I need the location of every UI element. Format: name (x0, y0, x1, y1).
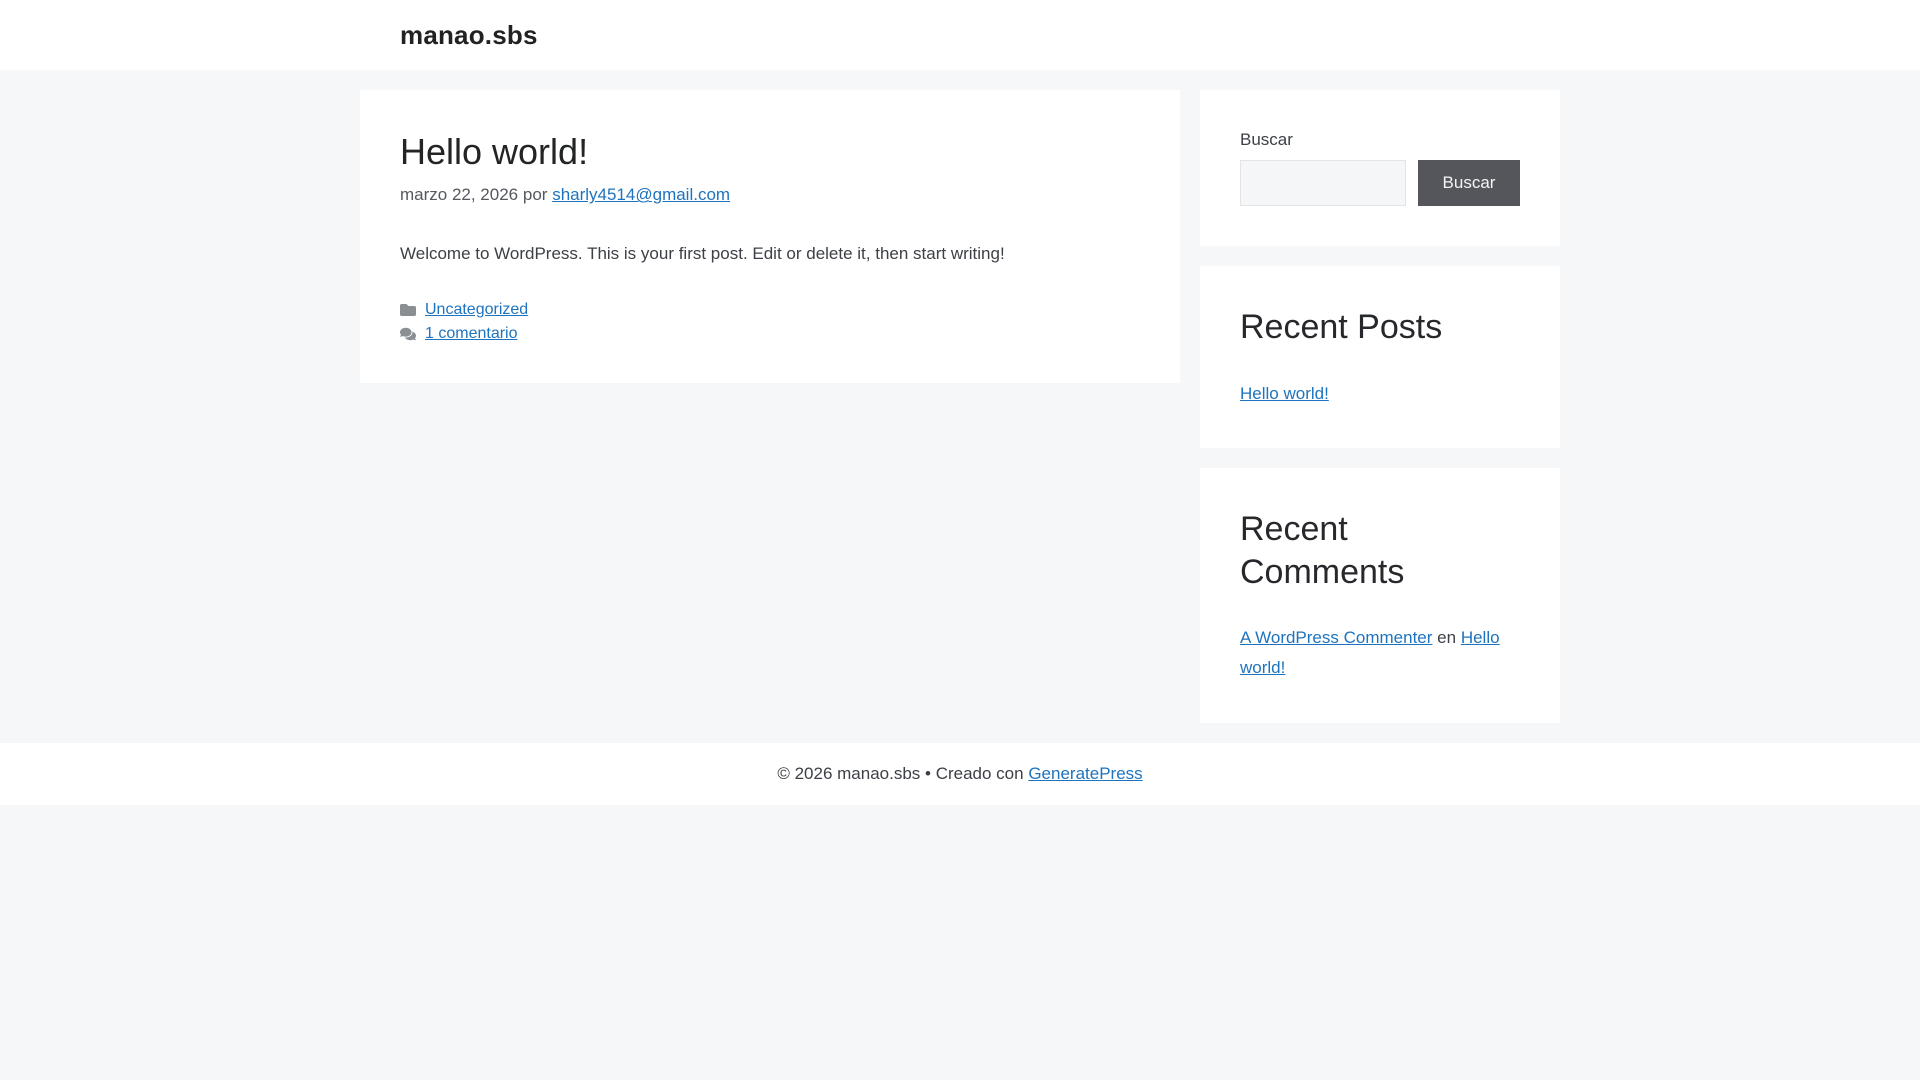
post-content: Welcome to WordPress. This is your first… (400, 244, 1005, 264)
comments-icon (400, 326, 416, 342)
post-meta: marzo 22, 2026 por sharly4514@gmail.com (400, 185, 1140, 205)
post-card: Hello world! marzo 22, 2026 por sharly45… (360, 90, 1180, 383)
footer-copyright: © 2026 manao.sbs (777, 763, 921, 783)
recent-posts-title: Recent Posts (1240, 308, 1443, 346)
recent-post-link[interactable]: Hello world! (1240, 384, 1329, 403)
search-button[interactable]: Buscar (1418, 160, 1520, 206)
comments-row: 1 comentario (400, 325, 1140, 343)
post-title[interactable]: Hello world! (400, 130, 1140, 173)
main-content: Hello world! marzo 22, 2026 por sharly45… (360, 90, 1180, 383)
category-link[interactable]: Uncategorized (425, 301, 528, 319)
search-row: Buscar (1240, 160, 1520, 206)
recent-comments-title: Recent Comments (1240, 510, 1405, 591)
comment-on-text: en (1437, 628, 1457, 648)
comments-link[interactable]: 1 comentario (425, 325, 518, 343)
list-item: Hello world! (1240, 379, 1520, 409)
recent-posts-list: Hello world! (1240, 379, 1520, 409)
site-title-link[interactable]: manao.sbs (400, 20, 538, 51)
comment-author-link[interactable]: A WordPress Commenter (1240, 628, 1432, 647)
sidebar: Buscar Buscar Recent Posts Hello world! … (1200, 90, 1560, 723)
folder-icon (400, 302, 416, 318)
header-container: manao.sbs (360, 0, 1560, 70)
category-row: Uncategorized (400, 301, 1140, 319)
recent-posts-widget: Recent Posts Hello world! (1200, 266, 1560, 449)
search-label: Buscar (1240, 130, 1293, 149)
site-footer: © 2026 manao.sbs • Creado con GeneratePr… (0, 742, 1920, 805)
generatepress-link[interactable]: GeneratePress (1028, 764, 1142, 783)
recent-comments-widget: Recent Comments A WordPress Commenter en… (1200, 468, 1560, 723)
post-entry-footer: Uncategorized 1 comentario (400, 301, 1140, 343)
site-header: manao.sbs (0, 0, 1920, 70)
footer-credit-prefix: Creado con (935, 763, 1024, 783)
page-container: Hello world! marzo 22, 2026 por sharly45… (360, 90, 1560, 723)
post-byline-separator: por (522, 185, 548, 205)
post-date: marzo 22, 2026 (400, 185, 519, 205)
list-item: A WordPress Commenter en Hello world! (1240, 623, 1520, 683)
search-input[interactable] (1240, 160, 1406, 206)
footer-separator: • (925, 763, 931, 783)
footer-text: © 2026 manao.sbs • Creado con GeneratePr… (360, 743, 1560, 805)
recent-comments-list: A WordPress Commenter en Hello world! (1240, 623, 1520, 683)
search-widget: Buscar Buscar (1200, 90, 1560, 246)
post-author-link[interactable]: sharly4514@gmail.com (552, 185, 730, 204)
